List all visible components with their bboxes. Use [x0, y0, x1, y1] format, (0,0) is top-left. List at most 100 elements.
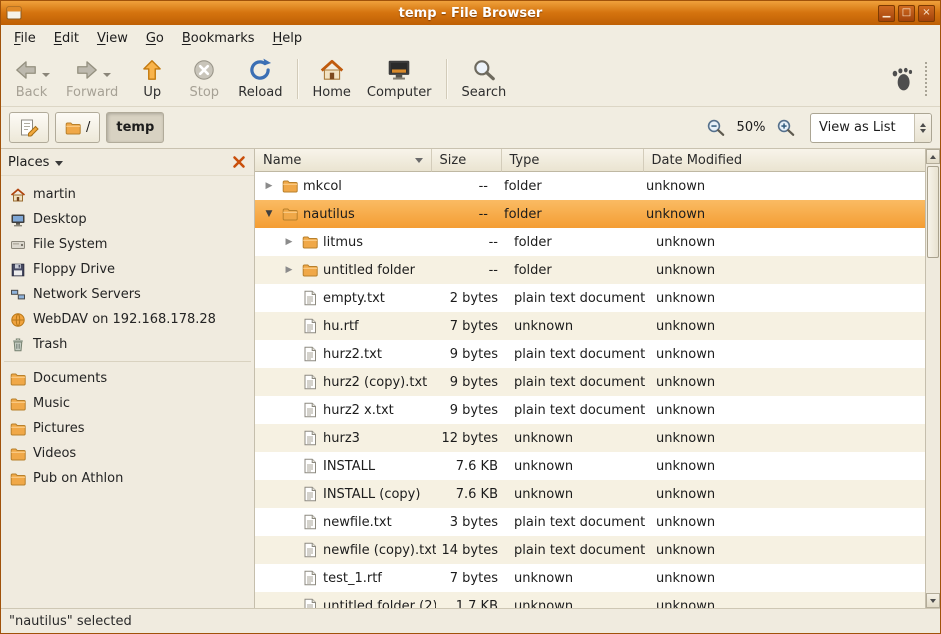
file-row-litmus[interactable]: ▶litmus--folderunknown — [255, 228, 925, 256]
sidebar-item-documents[interactable]: Documents — [1, 366, 254, 391]
name-column-dropdown-icon[interactable] — [415, 158, 423, 163]
sidebar-title: Places — [8, 155, 49, 170]
file-row-hurz2-copy-txt[interactable]: hurz2 (copy).txt9 bytesplain text docume… — [255, 368, 925, 396]
file-rows: ▶mkcol--folderunknown▼nautilus--folderun… — [255, 172, 925, 608]
file-size: 9 bytes — [436, 403, 506, 418]
dropdown-caret-icon[interactable] — [42, 73, 50, 77]
menu-go[interactable]: Go — [137, 27, 173, 50]
sidebar-separator — [4, 361, 251, 362]
sidebar-item-trash[interactable]: Trash — [1, 332, 254, 357]
combo-arrows-icon[interactable] — [914, 114, 931, 142]
column-header-date-modified[interactable]: Date Modified — [644, 149, 926, 172]
expander-closed-icon[interactable]: ▶ — [281, 238, 297, 247]
minimize-button[interactable]: ▁ — [878, 5, 895, 22]
forward-icon — [74, 57, 100, 83]
view-mode-combo[interactable]: View as List — [810, 113, 932, 143]
zoom-out-button[interactable] — [706, 118, 726, 138]
file-row-test-1-rtf[interactable]: test_1.rtf7 bytesunknownunknown — [255, 564, 925, 592]
text-icon — [302, 318, 318, 334]
menu-help[interactable]: Help — [264, 27, 312, 50]
stop-button[interactable]: Stop — [178, 54, 230, 104]
file-row-untitled-folder-2[interactable]: untitled folder (2)1.7 KBunknownunknown — [255, 592, 925, 608]
up-button[interactable]: Up — [126, 54, 178, 104]
file-name: litmus — [323, 235, 363, 250]
text-icon — [302, 346, 318, 362]
file-modified: unknown — [638, 179, 925, 194]
menu-view[interactable]: View — [88, 27, 137, 50]
zoom-in-button[interactable] — [776, 118, 796, 138]
expander-closed-icon[interactable]: ▶ — [281, 266, 297, 275]
file-row-newfile-txt[interactable]: newfile.txt3 bytesplain text documentunk… — [255, 508, 925, 536]
close-button[interactable]: × — [918, 5, 935, 22]
sidebar-item-file-system[interactable]: File System — [1, 232, 254, 257]
file-modified: unknown — [648, 291, 925, 306]
folder-icon — [302, 234, 318, 250]
text-icon — [302, 570, 318, 586]
sidebar-view-selector[interactable]: Places — [8, 155, 63, 170]
sidebar-item-pub-on-athlon[interactable]: Pub on Athlon — [1, 466, 254, 491]
file-row-mkcol[interactable]: ▶mkcol--folderunknown — [255, 172, 925, 200]
maximize-button[interactable]: □ — [898, 5, 915, 22]
toolbar-button-label: Up — [143, 85, 161, 100]
file-row-nautilus[interactable]: ▼nautilus--folderunknown — [255, 200, 925, 228]
sidebar-item-pictures[interactable]: Pictures — [1, 416, 254, 441]
computer-button[interactable]: Computer — [359, 54, 440, 104]
file-type: unknown — [506, 319, 648, 334]
file-row-hurz2-txt[interactable]: hurz2.txt9 bytesplain text documentunkno… — [255, 340, 925, 368]
file-row-install[interactable]: INSTALL7.6 KBunknownunknown — [255, 452, 925, 480]
scrollbar-thumb[interactable] — [927, 166, 939, 258]
menu-file[interactable]: File — [5, 27, 45, 50]
sidebar-item-label: WebDAV on 192.168.178.28 — [33, 312, 216, 327]
path-button-current[interactable]: temp — [106, 112, 164, 143]
menu-edit[interactable]: Edit — [45, 27, 88, 50]
column-header-label: Size — [440, 153, 467, 168]
folder-icon — [302, 262, 318, 278]
sidebar-close-button[interactable] — [231, 154, 247, 170]
file-row-hu-rtf[interactable]: hu.rtf7 bytesunknownunknown — [255, 312, 925, 340]
file-row-install-copy[interactable]: INSTALL (copy)7.6 KBunknownunknown — [255, 480, 925, 508]
dropdown-caret-icon[interactable] — [103, 73, 111, 77]
file-row-hurz2-x-txt[interactable]: hurz2 x.txt9 bytesplain text documentunk… — [255, 396, 925, 424]
expander-open-icon[interactable]: ▼ — [261, 210, 277, 219]
file-size: -- — [426, 179, 496, 194]
sidebar-item-floppy-drive[interactable]: Floppy Drive — [1, 257, 254, 282]
file-size: -- — [436, 263, 506, 278]
home-icon — [319, 57, 345, 83]
column-header-type[interactable]: Type — [502, 149, 644, 172]
back-button[interactable]: Back — [5, 54, 58, 104]
sidebar-item-videos[interactable]: Videos — [1, 441, 254, 466]
path-button-root[interactable]: / — [55, 112, 100, 143]
scrollbar-track[interactable] — [926, 164, 940, 593]
file-type: unknown — [506, 487, 648, 502]
scroll-down-button[interactable] — [926, 593, 940, 608]
toolbar-grip[interactable] — [925, 62, 930, 96]
home-button[interactable]: Home — [305, 54, 359, 104]
sidebar-item-desktop[interactable]: Desktop — [1, 207, 254, 232]
file-row-hurz3[interactable]: hurz312 bytesunknownunknown — [255, 424, 925, 452]
toggle-location-entry-button[interactable] — [9, 112, 49, 143]
sidebar-item-network-servers[interactable]: Network Servers — [1, 282, 254, 307]
sidebar-item-martin[interactable]: martin — [1, 182, 254, 207]
reload-button[interactable]: Reload — [230, 54, 290, 104]
column-header-name[interactable]: Name — [255, 149, 432, 172]
gnome-throbber-icon — [889, 66, 915, 92]
sidebar-item-webdav-on-192-168-178-28[interactable]: WebDAV on 192.168.178.28 — [1, 307, 254, 332]
vertical-scrollbar[interactable] — [925, 149, 940, 608]
text-icon — [302, 486, 318, 502]
sidebar-item-music[interactable]: Music — [1, 391, 254, 416]
column-header-size[interactable]: Size — [432, 149, 502, 172]
file-type: unknown — [506, 459, 648, 474]
file-name: newfile.txt — [323, 515, 392, 530]
forward-button[interactable]: Forward — [58, 54, 126, 104]
file-row-empty-txt[interactable]: empty.txt2 bytesplain text documentunkno… — [255, 284, 925, 312]
scroll-up-button[interactable] — [926, 149, 940, 164]
file-row-untitled-folder[interactable]: ▶untitled folder--folderunknown — [255, 256, 925, 284]
text-icon — [302, 402, 318, 418]
menu-bookmarks[interactable]: Bookmarks — [173, 27, 264, 50]
expander-closed-icon[interactable]: ▶ — [261, 182, 277, 191]
search-button[interactable]: Search — [454, 54, 515, 104]
file-row-newfile-copy-txt[interactable]: newfile (copy).txt14 bytesplain text doc… — [255, 536, 925, 564]
sidebar-item-label: Desktop — [33, 212, 87, 227]
text-icon — [302, 514, 318, 530]
titlebar[interactable]: temp - File Browser ▁□× — [1, 1, 940, 25]
